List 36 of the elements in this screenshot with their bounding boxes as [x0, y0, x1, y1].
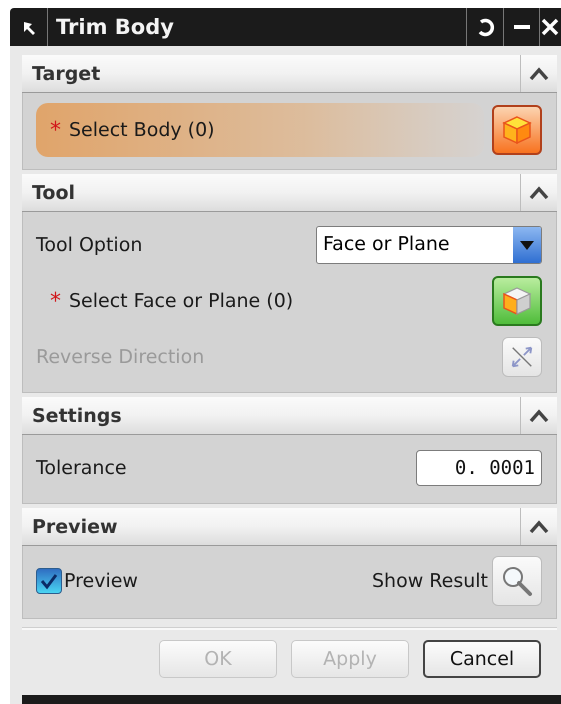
section-header[interactable]: Settings — [22, 397, 557, 435]
check-icon — [39, 572, 59, 590]
section-header[interactable]: Tool — [22, 174, 557, 212]
dropdown-field[interactable]: Face or Plane — [316, 226, 542, 264]
dialog-button[interactable]: Cancel — [423, 640, 541, 678]
collapse-icon[interactable] — [528, 64, 550, 82]
section-header[interactable]: Preview — [22, 508, 557, 546]
cube-icon — [502, 285, 532, 317]
collapse-icon[interactable] — [528, 518, 550, 536]
select-button[interactable] — [492, 276, 542, 326]
field-label: Tool Option — [36, 234, 142, 256]
magnifier-icon — [501, 565, 533, 597]
minimize-icon — [514, 25, 530, 29]
collapse-icon[interactable] — [528, 184, 550, 202]
collapse-icon[interactable] — [528, 406, 550, 424]
section-title: Preview — [32, 516, 118, 538]
cube-icon — [502, 114, 532, 146]
selection-label: Select Body (0) — [69, 119, 215, 141]
section-title: Target — [32, 62, 100, 84]
close-icon — [540, 17, 560, 37]
field-label: Tolerance — [36, 457, 127, 479]
selection-label: Select Face or Plane (0) — [69, 290, 294, 312]
section-title: Tool — [32, 182, 76, 204]
dropdown-arrow-icon[interactable] — [519, 239, 535, 251]
select-button[interactable] — [492, 105, 542, 155]
tolerance-field[interactable]: 0. 0001 — [416, 450, 542, 486]
section-header[interactable]: Target — [22, 55, 557, 93]
show-result-button[interactable] — [492, 556, 542, 606]
field-label: Reverse Direction — [36, 346, 204, 368]
required-marker: * — [50, 118, 61, 142]
checkbox-label: Preview — [64, 570, 138, 592]
field-label: Show Result — [372, 570, 488, 592]
section-title: Settings — [32, 404, 122, 426]
window-title: Trim Body — [56, 15, 174, 39]
checkbox[interactable] — [36, 568, 62, 594]
required-marker: * — [50, 288, 61, 314]
